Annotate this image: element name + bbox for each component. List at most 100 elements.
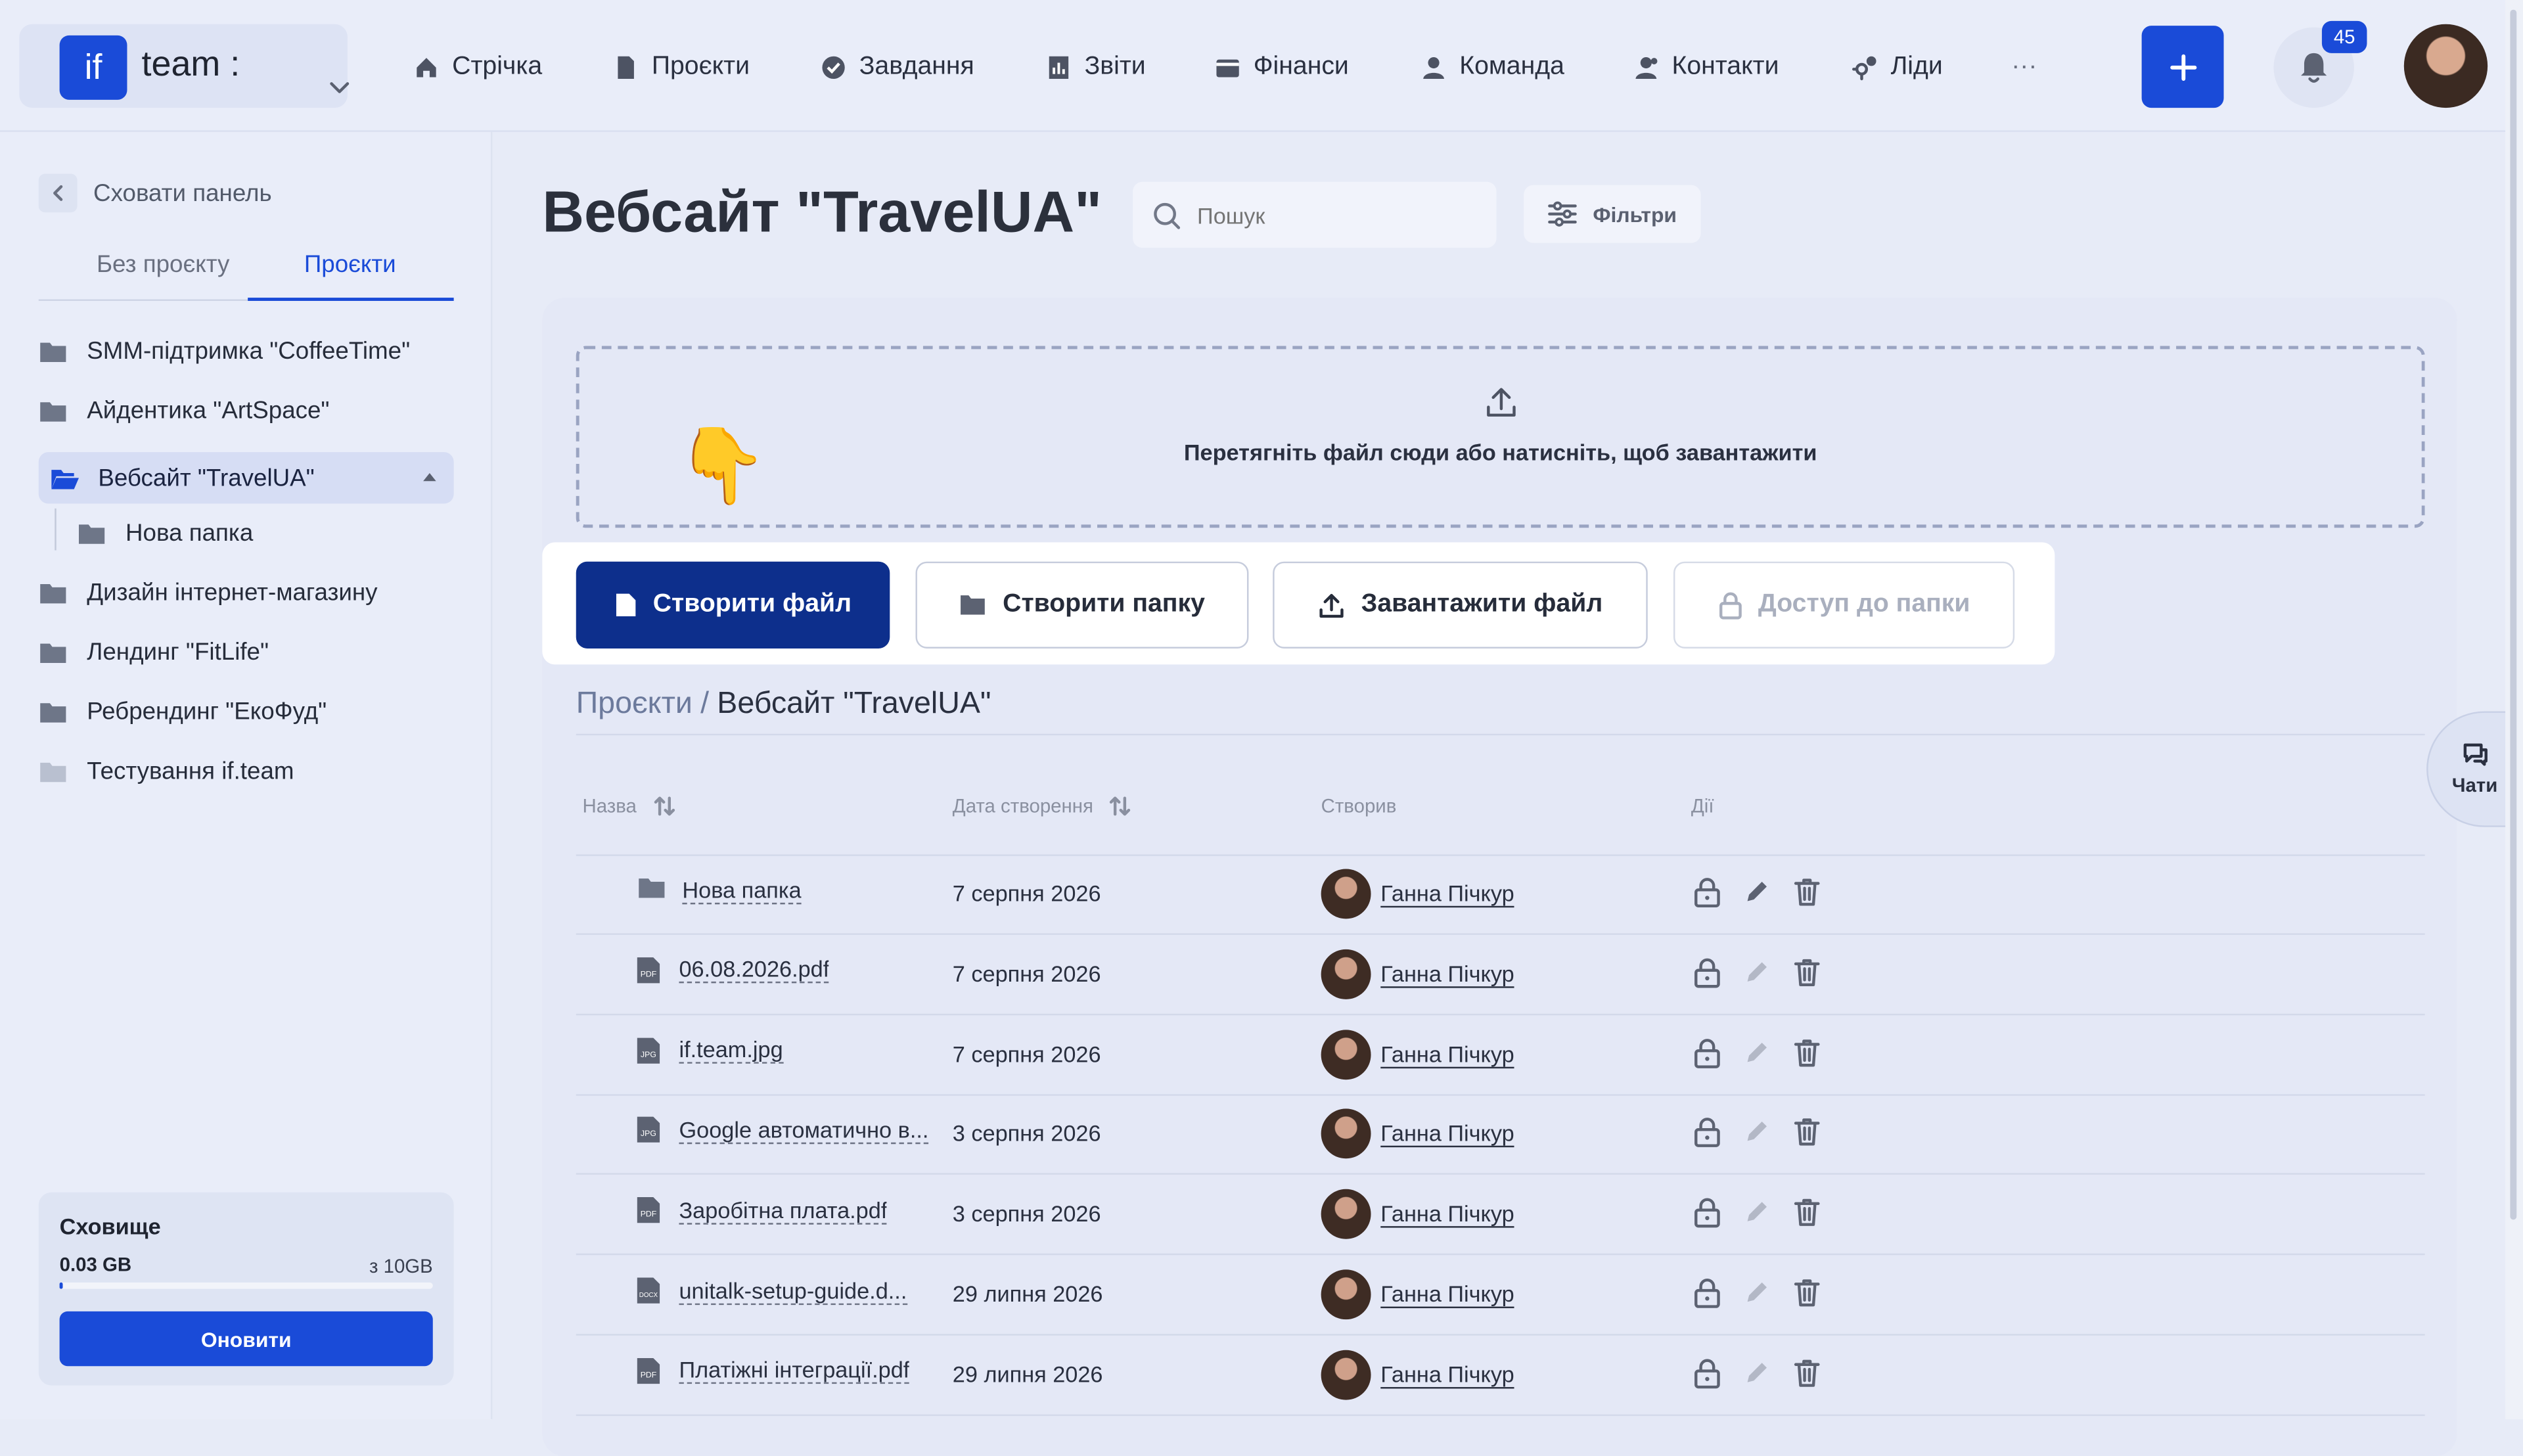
sidebar-item-label: SMM-підтримка "CoffeeTime": [87, 337, 411, 365]
table-row[interactable]: DOCX unitalk-setup-guide.d... 29 липня 202…: [576, 1255, 2425, 1336]
upgrade-button[interactable]: Оновити: [59, 1311, 433, 1367]
sidebar-item-coffeetime[interactable]: SMM-підтримка "CoffeeTime": [39, 325, 454, 376]
table-row[interactable]: PDF 06.08.2026.pdf 7 серпня 2026 Ганна Пічк…: [576, 934, 2425, 1015]
edit-pencil-icon[interactable]: [1742, 1118, 1771, 1149]
nav-item-feed[interactable]: Стрічка: [413, 47, 542, 89]
table-row[interactable]: PDF Заробітна плата.pdf 3 серпня 2026 Ганна…: [576, 1175, 2425, 1256]
notification-count-badge: 45: [2321, 20, 2367, 53]
file-name-link[interactable]: Google автоматично в...: [679, 1116, 929, 1144]
column-header-date[interactable]: Дата створення: [953, 795, 1132, 817]
creator-link[interactable]: Ганна Пічкур: [1380, 1200, 1514, 1229]
image-file-icon: JPG: [634, 1035, 663, 1064]
table-row[interactable]: JPG Google автоматично в... 3 серпня 2026 Г…: [576, 1095, 2425, 1175]
file-name-link[interactable]: 06.08.2026.pdf: [679, 956, 830, 984]
edit-pencil-icon[interactable]: [1742, 1037, 1771, 1068]
file-date: 29 липня 2026: [952, 1281, 1103, 1307]
edit-pencil-icon[interactable]: [1742, 877, 1771, 908]
trash-icon[interactable]: [1792, 1037, 1821, 1068]
trash-icon[interactable]: [1792, 1118, 1821, 1149]
edit-pencil-icon[interactable]: [1742, 1357, 1771, 1388]
trash-icon[interactable]: [1792, 877, 1821, 908]
nav-item-finance[interactable]: Фінанси: [1215, 47, 1349, 89]
file-name-link[interactable]: Платіжні інтеграції.pdf: [679, 1357, 910, 1384]
tab-projects[interactable]: Проєкти: [304, 251, 396, 299]
lock-icon[interactable]: [1693, 1278, 1721, 1309]
lock-icon[interactable]: [1693, 1118, 1721, 1149]
upload-file-label: Завантажити файл: [1361, 590, 1603, 618]
table-row[interactable]: PDF Платіжні інтеграції.pdf 29 липня 2026 Г…: [576, 1335, 2425, 1416]
nav-item-leads[interactable]: Ліди: [1852, 47, 1943, 89]
sidebar-item-new-folder[interactable]: Нова папка: [78, 507, 454, 558]
sidebar-item-travelua[interactable]: Вебсайт "TravelUA": [38, 452, 454, 504]
edit-pencil-icon[interactable]: [1742, 1278, 1771, 1309]
row-actions: [1693, 1278, 1821, 1309]
edit-pencil-icon[interactable]: [1742, 957, 1771, 988]
sidebar-item-label: Нова папка: [125, 518, 254, 547]
scrollbar-thumb[interactable]: [2510, 9, 2517, 1220]
workspace-switcher[interactable]: if team :: [19, 24, 350, 108]
create-file-button[interactable]: Створити файл: [576, 561, 890, 648]
breadcrumb: Проєкти / Вебсайт "TravelUA": [576, 687, 991, 723]
edit-pencil-icon[interactable]: [1742, 1198, 1771, 1229]
search-box[interactable]: [1133, 181, 1497, 248]
avatar: [1321, 1269, 1371, 1320]
file-name-link[interactable]: Заробітна плата.pdf: [679, 1196, 888, 1224]
file-name-link[interactable]: unitalk-setup-guide.d...: [679, 1277, 907, 1304]
sidebar-item-fitlife[interactable]: Лендинг "FitLife": [39, 626, 454, 677]
nav-item-reports[interactable]: Звіти: [1046, 47, 1146, 89]
avatar: [1321, 869, 1371, 919]
lock-icon[interactable]: [1693, 877, 1721, 908]
nav-item-tasks[interactable]: Завдання: [821, 47, 974, 89]
file-name-link[interactable]: if.team.jpg: [679, 1036, 783, 1064]
trash-icon[interactable]: [1792, 1198, 1821, 1229]
file-name-link[interactable]: Нова папка: [682, 876, 802, 904]
creator-link[interactable]: Ганна Пічкур: [1380, 1281, 1514, 1309]
creator-cell: Ганна Пічкур: [1321, 1350, 1514, 1400]
nav-label: Команда: [1459, 53, 1564, 81]
caret-up-icon[interactable]: [422, 472, 438, 483]
user-avatar[interactable]: [2403, 24, 2488, 108]
folder-access-button[interactable]: Доступ до папки: [1673, 561, 2015, 648]
lock-icon[interactable]: [1693, 957, 1721, 988]
breadcrumb-current: Вебсайт "TravelUA": [717, 687, 991, 721]
sidebar-item-testing[interactable]: Тестування if.team: [39, 745, 454, 796]
folder-icon: [39, 339, 68, 363]
creator-link[interactable]: Ганна Пічкур: [1380, 1041, 1514, 1068]
nav-item-contacts[interactable]: Контакти: [1633, 47, 1779, 89]
create-folder-button[interactable]: Створити папку: [915, 561, 1249, 648]
lock-icon[interactable]: [1693, 1198, 1721, 1229]
sidebar-item-ecofood[interactable]: Ребрендинг "ЕкоФуд": [39, 685, 454, 737]
upload-file-button[interactable]: Завантажити файл: [1273, 561, 1648, 648]
filters-label: Фільтри: [1593, 202, 1677, 227]
upload-dropzone[interactable]: Перетягніть файл сюди або натисніть, щоб…: [576, 346, 2425, 528]
creator-link[interactable]: Ганна Пічкур: [1380, 1361, 1514, 1388]
creator-link[interactable]: Ганна Пічкур: [1380, 961, 1514, 988]
more-icon[interactable]: ···: [2011, 47, 2037, 89]
row-actions: [1693, 1357, 1821, 1388]
search-input[interactable]: [1194, 200, 1451, 229]
sidebar-item-ecommerce-design[interactable]: Дизайн інтернет-магазину: [39, 566, 454, 618]
sidebar-item-label: Ребрендинг "ЕкоФуд": [87, 697, 327, 725]
lock-icon[interactable]: [1693, 1357, 1721, 1388]
filters-button[interactable]: Фільтри: [1524, 185, 1701, 243]
sidebar-item-artspace[interactable]: Айдентика "ArtSpace": [39, 384, 454, 436]
column-header-name[interactable]: Назва: [583, 795, 675, 817]
folder-icon: [959, 594, 987, 616]
lock-icon[interactable]: [1693, 1037, 1721, 1068]
creator-link[interactable]: Ганна Пічкур: [1380, 1120, 1514, 1149]
table-row[interactable]: Нова папка 7 серпня 2026 Ганна Пічкур: [576, 854, 2425, 935]
hide-panel-button[interactable]: Сховати панель: [38, 172, 272, 214]
table-row[interactable]: JPG if.team.jpg 7 серпня 2026 Ганна Пічкур: [576, 1014, 2425, 1095]
trash-icon[interactable]: [1792, 1278, 1821, 1309]
breadcrumb-root[interactable]: Проєкти: [576, 687, 693, 723]
creator-link[interactable]: Ганна Пічкур: [1380, 880, 1514, 908]
trash-icon[interactable]: [1792, 957, 1821, 988]
file-date: 3 серпня 2026: [952, 1120, 1101, 1147]
nav-item-team[interactable]: Команда: [1421, 47, 1564, 89]
image-file-icon: JPG: [634, 1116, 663, 1145]
create-new-button[interactable]: [2141, 26, 2224, 108]
trash-icon[interactable]: [1792, 1357, 1821, 1388]
nav-item-projects[interactable]: Проєкти: [613, 47, 750, 89]
tab-no-project[interactable]: Без проєкту: [97, 251, 229, 299]
create-folder-label: Створити папку: [1003, 590, 1205, 618]
